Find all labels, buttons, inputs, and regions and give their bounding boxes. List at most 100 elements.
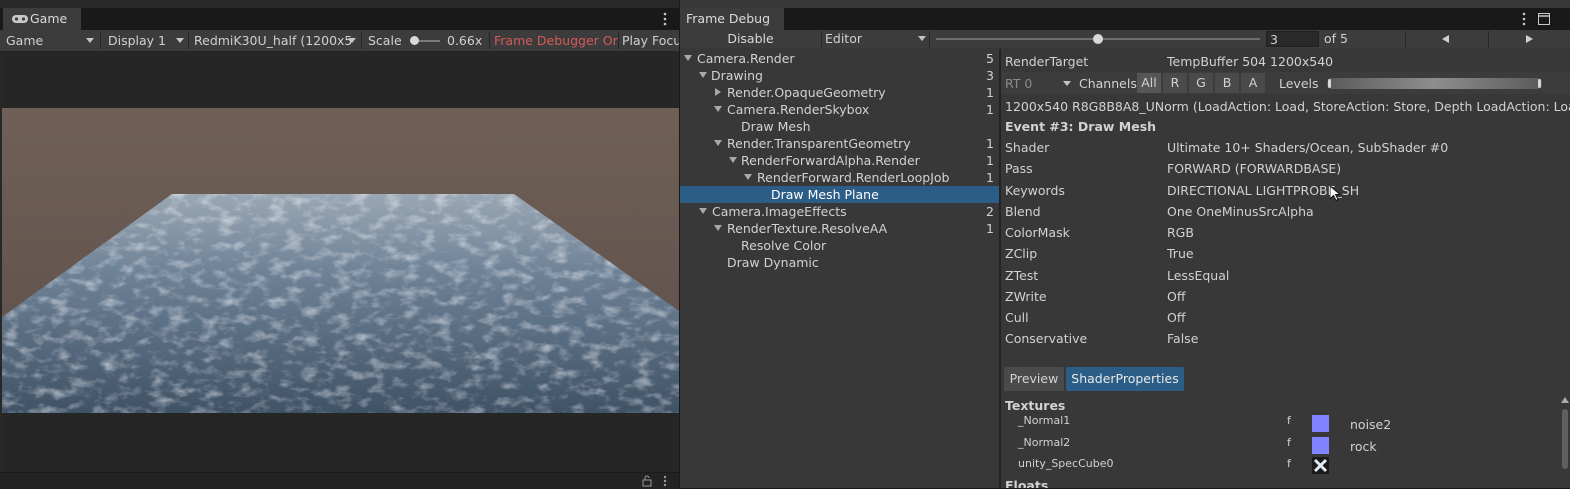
tree-row-label: Draw Mesh — [741, 119, 811, 134]
more-options-icon[interactable] — [1522, 12, 1526, 26]
previous-event-button[interactable] — [1406, 30, 1488, 48]
texture-thumbnail[interactable] — [1312, 437, 1329, 454]
tree-row-drawing[interactable]: Drawing 3 — [680, 67, 1000, 84]
tree-row-count: 1 — [986, 102, 994, 117]
tree-row-camera-renderskybox[interactable]: Camera.RenderSkybox 1 — [680, 101, 1000, 118]
tab-game[interactable]: Game — [3, 8, 81, 30]
game-view[interactable] — [2, 52, 679, 472]
expand-arrow-icon[interactable] — [684, 55, 692, 61]
event-index-input[interactable]: 3 — [1266, 31, 1319, 47]
resolution-value: RedmiK30U_half (1200x5 — [194, 33, 353, 48]
tree-row-draw-dynamic[interactable]: Draw Dynamic — [680, 254, 1000, 271]
tab-frame-debug[interactable]: Frame Debug — [680, 8, 784, 30]
channel-r-button[interactable]: R — [1163, 73, 1187, 93]
cubemap-missing-icon[interactable] — [1312, 457, 1329, 474]
prop-value: Off — [1167, 289, 1186, 304]
game-mode-select[interactable]: Game — [6, 30, 98, 51]
editor-target-select[interactable]: Editor — [825, 28, 929, 49]
render-target-value: TempBuffer 504 1200x540 — [1167, 54, 1334, 69]
chevron-down-icon — [86, 38, 94, 43]
next-event-button[interactable] — [1489, 30, 1570, 48]
chevron-down-icon — [1063, 81, 1071, 86]
tree-row-camera-imageeffects[interactable]: Camera.ImageEffects 2 — [680, 203, 1000, 220]
collapsed-arrow-icon[interactable] — [715, 88, 721, 96]
tree-row-draw-mesh-plane[interactable]: Draw Mesh Plane — [680, 186, 1000, 203]
frame-debug-tabstrip: Frame Debug — [680, 8, 1570, 30]
expand-arrow-icon[interactable] — [714, 140, 722, 146]
tree-row-resolve-color[interactable]: Resolve Color — [680, 237, 1000, 254]
tree-row-count: 1 — [986, 170, 994, 185]
rt-select[interactable]: RT 0 — [1005, 76, 1032, 91]
resolution-select[interactable]: RedmiK30U_half (1200x5 — [194, 30, 357, 51]
scale-value: 0.66x — [447, 33, 483, 48]
tree-row-label: RenderTexture.ResolveAA — [727, 221, 888, 236]
levels-min-handle[interactable] — [1328, 79, 1331, 88]
prop-value: LessEqual — [1167, 268, 1230, 283]
tree-row-label: Resolve Color — [741, 238, 827, 253]
tab-preview[interactable]: Preview — [1004, 367, 1064, 391]
texture-flag: f — [1287, 414, 1291, 427]
chevron-down-icon — [348, 38, 356, 43]
tree-row-renderforwardalpha-render[interactable]: RenderForwardAlpha.Render 1 — [680, 152, 1000, 169]
channel-b-button[interactable]: B — [1215, 73, 1239, 93]
event-title: Event #3: Draw Mesh — [1005, 119, 1157, 134]
channel-all-button[interactable]: All — [1137, 73, 1161, 93]
lock-icon[interactable] — [642, 475, 652, 487]
scrollbar-thumb[interactable] — [1562, 409, 1568, 469]
tree-row-camera-render[interactable]: Camera.Render 5 — [680, 50, 1000, 67]
more-options-icon[interactable] — [663, 475, 667, 487]
scale-slider-thumb[interactable] — [410, 36, 419, 45]
tab-shader-properties[interactable]: ShaderProperties — [1066, 367, 1184, 391]
mouse-cursor-icon — [1330, 186, 1340, 201]
expand-arrow-icon[interactable] — [744, 174, 752, 180]
tree-row-draw-mesh[interactable]: Draw Mesh — [680, 118, 1000, 135]
texture-name: noise2 — [1350, 417, 1392, 432]
event-details: RenderTarget TempBuffer 504 1200x540 RT … — [1001, 49, 1570, 488]
levels-max-handle[interactable] — [1538, 79, 1541, 88]
tree-row-rendertexture-resolveaa[interactable]: RenderTexture.ResolveAA 1 — [680, 220, 1000, 237]
tree-row-render-transparentgeometry[interactable]: Render.TransparentGeometry 1 — [680, 135, 1000, 152]
maximize-icon[interactable] — [1538, 13, 1550, 25]
tree-row-label: Camera.Render — [697, 51, 795, 66]
render-target-label: RenderTarget — [1005, 54, 1089, 69]
channel-g-button[interactable]: G — [1189, 73, 1213, 93]
prop-value: True — [1167, 246, 1194, 261]
event-slider-thumb[interactable] — [1093, 34, 1103, 44]
display-select[interactable]: Display 1 — [108, 30, 188, 51]
prop-name: Cull — [1005, 310, 1029, 325]
event-total-label: of 5 — [1324, 31, 1348, 46]
expand-arrow-icon[interactable] — [729, 157, 737, 163]
texture-thumbnail[interactable] — [1312, 415, 1329, 432]
frame-debug-panel: Frame Debug Disable Editor 3 of 5 Camera… — [680, 0, 1570, 488]
prop-name: Conservative — [1005, 331, 1088, 346]
prop-name: ZTest — [1005, 268, 1039, 283]
prop-name: Pass — [1005, 161, 1033, 176]
expand-arrow-icon[interactable] — [699, 208, 707, 214]
toolbar-divider — [929, 31, 930, 48]
channel-a-button[interactable]: A — [1241, 73, 1265, 93]
format-info: 1200x540 R8G8B8A8_UNorm (LoadAction: Loa… — [1005, 99, 1570, 114]
scroll-up-icon[interactable] — [1561, 397, 1569, 403]
frame-debug-toolbar: Disable Editor 3 of 5 — [680, 30, 1570, 48]
levels-range-slider[interactable] — [1327, 78, 1542, 89]
tree-row-label: RenderForward.RenderLoopJob — [757, 170, 950, 185]
expand-arrow-icon[interactable] — [714, 106, 722, 112]
prop-value: Ultimate 10+ Shaders/Ocean, SubShader #0 — [1167, 140, 1449, 155]
expand-arrow-icon[interactable] — [714, 225, 722, 231]
prop-name: ZWrite — [1005, 289, 1047, 304]
tree-row-renderforward-renderloopjob[interactable]: RenderForward.RenderLoopJob 1 — [680, 169, 1000, 186]
event-slider[interactable] — [936, 33, 1260, 45]
texture-flag: f — [1287, 436, 1291, 449]
prop-name: Shader — [1005, 140, 1050, 155]
expand-arrow-icon[interactable] — [699, 72, 707, 78]
disable-button[interactable]: Disable — [680, 30, 821, 48]
more-options-icon[interactable] — [663, 12, 667, 26]
details-scrollbar[interactable] — [1560, 394, 1570, 488]
frame-debugger-status[interactable]: Frame Debugger On — [494, 30, 618, 51]
prop-name: Keywords — [1005, 183, 1065, 198]
scale-slider[interactable] — [410, 35, 440, 46]
tree-row-render-opaquegeometry[interactable]: Render.OpaqueGeometry 1 — [680, 84, 1000, 101]
tab-game-label: Game — [30, 11, 68, 26]
play-focus-select[interactable]: Play Focu — [622, 30, 679, 51]
editor-target-value: Editor — [825, 31, 862, 46]
